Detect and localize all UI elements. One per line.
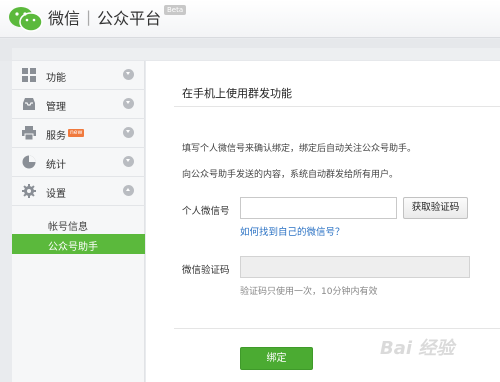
description-bind: 填写个人微信号来确认绑定，绑定后自动关注公众号助手。	[182, 144, 417, 154]
sidebar-subitem-label: 帐号信息	[48, 222, 88, 233]
sidebar-subitem-label: 公众号助手	[48, 242, 98, 253]
page-title: 在手机上使用群发功能	[182, 87, 292, 100]
sidebar-item-features[interactable]: 功能	[12, 61, 145, 90]
get-code-button[interactable]: 获取验证码	[403, 197, 468, 219]
sidebar-item-label: 服务	[46, 131, 66, 142]
sidebar-item-settings[interactable]: 设置	[12, 177, 145, 206]
sidebar-item-label: 功能	[46, 73, 66, 84]
chevron-down-icon	[123, 127, 134, 138]
sidebar-subitem-account-info[interactable]: 帐号信息	[12, 214, 145, 234]
verify-code-label: 微信验证码	[182, 265, 230, 276]
brand-separator: |	[86, 8, 92, 26]
gear-icon	[22, 184, 36, 198]
sidebar-item-label: 管理	[46, 102, 66, 113]
sidebar-item-label: 设置	[46, 189, 66, 200]
divider	[174, 106, 500, 107]
verify-code-input[interactable]	[240, 256, 470, 278]
chevron-up-icon	[123, 185, 134, 196]
brand-name: 微信	[48, 9, 81, 28]
top-header: 微信 | 公众平台 Beta	[0, 0, 500, 38]
description-broadcast: 向公众号助手发送的内容，系统自动群发给所有用户。	[182, 170, 399, 180]
wechat-logo-icon	[9, 7, 43, 32]
pie-chart-icon	[22, 155, 36, 169]
grid-icon	[22, 68, 36, 82]
chevron-down-icon	[123, 69, 134, 80]
sidebar-item-services[interactable]: 服务 new	[12, 119, 145, 148]
new-badge: new	[68, 129, 85, 137]
divider	[174, 328, 500, 329]
inbox-icon	[23, 98, 35, 110]
printer-icon	[22, 126, 36, 140]
verify-code-hint: 验证码只使用一次，10分钟内有效	[240, 287, 378, 297]
bind-button[interactable]: 绑定	[240, 347, 313, 370]
chevron-down-icon	[123, 156, 134, 167]
chevron-down-icon	[123, 98, 134, 109]
beta-badge: Beta	[164, 5, 187, 15]
content-top-band	[12, 48, 500, 60]
baidu-watermark: Bai 经验	[380, 338, 455, 359]
sidebar-item-label: 统计	[46, 160, 66, 171]
brand-title: 微信 | 公众平台	[48, 6, 161, 28]
sidebar: 功能 管理 服务 new 统计 设置 帐号信息 公众号助手	[12, 61, 145, 382]
find-wechat-id-link[interactable]: 如何找到自己的微信号？	[240, 224, 345, 238]
sidebar-subitem-assistant[interactable]: 公众号助手	[12, 234, 145, 254]
sidebar-item-manage[interactable]: 管理	[12, 90, 145, 119]
sidebar-item-statistics[interactable]: 统计	[12, 148, 145, 177]
wechat-id-label: 个人微信号	[182, 206, 230, 217]
wechat-id-input[interactable]	[240, 197, 397, 219]
brand-subtitle: 公众平台	[97, 9, 162, 28]
